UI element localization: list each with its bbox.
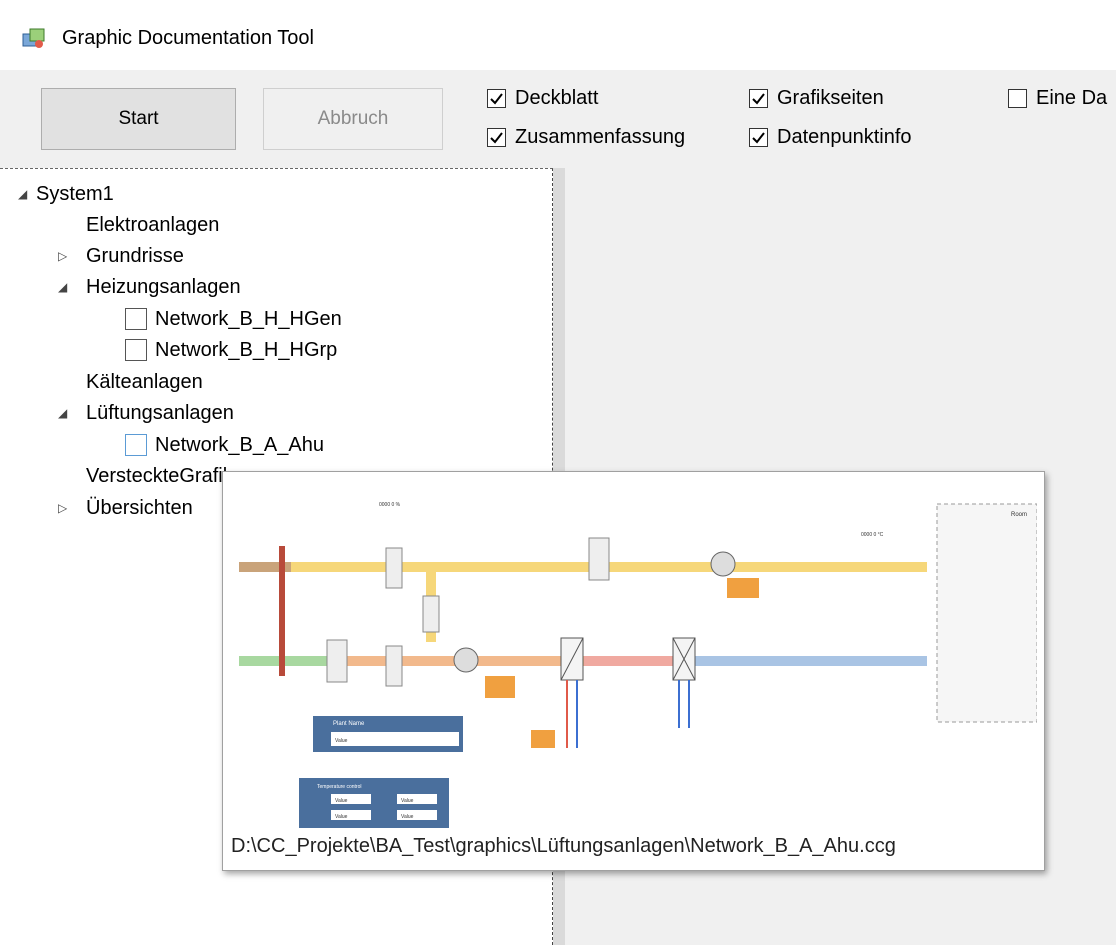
- checkbox-checked-icon[interactable]: [749, 89, 768, 108]
- graphic-file-path: D:\CC_Projekte\BA_Test\graphics\Lüftungs…: [231, 835, 896, 857]
- option-zusammenfassung[interactable]: Zusammenfassung: [487, 126, 685, 149]
- setpoint-readout: 0000 0 °C: [861, 532, 884, 538]
- tree-item-network-b-h-hgen[interactable]: Network_B_H_HGen: [125, 304, 342, 334]
- tree-item-kaelteanlagen[interactable]: Kälteanlagen: [86, 367, 203, 397]
- tree-item-label: Heizungsanlagen: [86, 275, 241, 298]
- tree-item-label: Network_B_H_HGen: [155, 307, 342, 330]
- option-label: Grafikseiten: [777, 87, 884, 109]
- option-label: Deckblatt: [515, 87, 599, 109]
- graphic-preview-tooltip: Room 0000 0 % 0000 0 °C Plant Name Value…: [222, 471, 1045, 871]
- tree-item-lueftungsanlagen[interactable]: ◢ Lüftungsanlagen: [58, 398, 234, 428]
- start-button[interactable]: Start: [41, 88, 236, 150]
- option-datenpunktinfo[interactable]: Datenpunktinfo: [749, 126, 912, 149]
- checkbox-checked-icon[interactable]: [487, 128, 506, 147]
- checkbox-unchecked-icon[interactable]: [125, 308, 147, 330]
- checkbox-unchecked-icon[interactable]: [125, 339, 147, 361]
- option-label: Eine Da: [1036, 87, 1108, 109]
- value-readout: 0000 0 %: [379, 502, 401, 508]
- option-label: Datenpunktinfo: [777, 126, 912, 148]
- tree-item-system1[interactable]: ◢ System1: [18, 179, 114, 209]
- checkbox-checked-icon[interactable]: [749, 128, 768, 147]
- plant-name-title: Plant Name: [333, 721, 365, 727]
- collapsed-triangle-icon[interactable]: ▷: [58, 501, 86, 515]
- checkbox-unchecked-icon[interactable]: [1008, 89, 1027, 108]
- temp-value-2: Value: [401, 798, 414, 804]
- tree-item-label: Grundrisse: [86, 244, 184, 267]
- collapsed-triangle-icon[interactable]: ▷: [58, 249, 86, 263]
- temp-value-4: Value: [401, 814, 414, 820]
- temp-control-title: Temperature control: [317, 784, 361, 790]
- checkbox-checked-icon[interactable]: [487, 89, 506, 108]
- checkbox-unchecked-icon[interactable]: [125, 434, 147, 456]
- option-deckblatt[interactable]: Deckblatt: [487, 87, 598, 110]
- option-label: Zusammenfassung: [515, 126, 686, 148]
- expanded-triangle-icon[interactable]: ◢: [58, 406, 86, 420]
- tree-item-label: Elektroanlagen: [86, 213, 220, 236]
- tree-item-label: Kälteanlagen: [86, 370, 203, 393]
- expanded-triangle-icon[interactable]: ◢: [58, 280, 86, 294]
- tree-item-label: Lüftungsanlagen: [86, 401, 234, 424]
- tree-item-label: System1: [36, 182, 114, 205]
- temp-value-3: Value: [335, 814, 348, 820]
- title-bar: Graphic Documentation Tool: [0, 0, 1116, 70]
- abort-button[interactable]: Abbruch: [263, 88, 443, 150]
- tree-item-uebersichten[interactable]: ▷ Übersichten: [58, 493, 193, 523]
- tree-item-grundrisse[interactable]: ▷ Grundrisse: [58, 241, 184, 271]
- tree-item-label: Übersichten: [86, 496, 193, 519]
- tree-item-label: Network_B_A_Ahu: [155, 433, 324, 456]
- room-label: Room: [1011, 512, 1027, 518]
- tree-item-label: Network_B_H_HGrp: [155, 338, 338, 361]
- tree-item-heizungsanlagen[interactable]: ◢ Heizungsanlagen: [58, 272, 241, 302]
- app-icon: [22, 26, 46, 50]
- expanded-triangle-icon[interactable]: ◢: [18, 187, 36, 201]
- option-eine-datei[interactable]: Eine Da: [1008, 87, 1107, 110]
- plant-name-value: Value: [335, 738, 348, 744]
- option-grafikseiten[interactable]: Grafikseiten: [749, 87, 884, 110]
- graphic-thumbnail: Room 0000 0 % 0000 0 °C Plant Name Value…: [231, 478, 1037, 828]
- tree-item-elektroanlagen[interactable]: Elektroanlagen: [86, 210, 219, 240]
- window-title: Graphic Documentation Tool: [62, 27, 314, 49]
- tree-item-network-b-a-ahu[interactable]: Network_B_A_Ahu: [125, 430, 324, 460]
- temp-value-1: Value: [335, 798, 348, 804]
- tree-item-network-b-h-hgrp[interactable]: Network_B_H_HGrp: [125, 335, 337, 365]
